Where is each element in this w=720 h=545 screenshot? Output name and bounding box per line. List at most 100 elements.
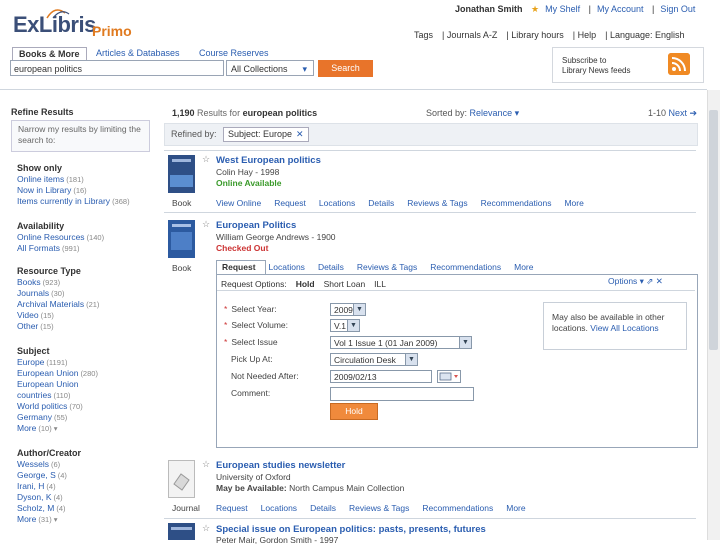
facet-item[interactable]: Archival Materials (21) [17, 299, 99, 309]
facet-item[interactable]: countries (110) [17, 390, 70, 400]
book-cover-thumbnail[interactable] [168, 220, 195, 258]
facet-count: (55) [53, 413, 68, 422]
hold-button[interactable]: Hold [330, 403, 378, 420]
tab-locations[interactable]: Locations [261, 503, 297, 513]
facet-item[interactable]: Dyson, K (4) [17, 492, 63, 502]
sort-control[interactable]: Sorted by: Relevance ▾ [426, 108, 519, 119]
journal-thumbnail[interactable] [168, 460, 195, 498]
facet-item[interactable]: World politics (70) [17, 401, 83, 411]
tab-books-and-more[interactable]: Books & More [12, 47, 87, 61]
divider [164, 212, 696, 213]
book-cover-thumbnail[interactable] [168, 523, 195, 540]
search-button[interactable]: Search [318, 60, 373, 77]
facet-item[interactable]: Online items (181) [17, 174, 84, 184]
availability-location: North Campus Main Collection [289, 483, 405, 493]
field-label: Not Needed After: [224, 371, 299, 381]
select-volume[interactable]: V.1 ▼ [330, 319, 360, 332]
view-all-locations-link[interactable]: View All Locations [590, 323, 658, 333]
tab-recommendations[interactable]: Recommendations [481, 198, 552, 208]
sign-out-link[interactable]: Sign Out [660, 4, 695, 14]
tab-course-reserves[interactable]: Course Reserves [193, 47, 275, 60]
facet-item[interactable]: Wessels (6) [17, 459, 60, 469]
panel-controls[interactable]: Options ▾ ⇗ ✕ [608, 276, 663, 287]
collection-select[interactable]: All Collections ▾ [226, 60, 314, 76]
select-value: Circulation Desk [334, 355, 396, 365]
my-account-link[interactable]: My Account [597, 4, 644, 14]
rss-feed-icon[interactable] [668, 53, 690, 75]
tab-details[interactable]: Details [368, 198, 394, 208]
primo-logo-text: Primo [92, 23, 132, 39]
facet-label: Video [17, 310, 39, 320]
facet-label: Now in Library [17, 185, 72, 195]
facet-item[interactable]: Other (15) [17, 321, 54, 331]
tab-request[interactable]: Request [274, 198, 306, 208]
facet-item[interactable]: Online Resources (140) [17, 232, 104, 242]
facet-item[interactable]: Europe (1191) [17, 357, 68, 367]
facet-item[interactable]: Scholz, M (4) [17, 503, 66, 513]
add-to-shelf-star-icon[interactable]: ☆ [202, 154, 210, 165]
language-link[interactable]: Language: English [610, 30, 685, 40]
facet-item[interactable]: All Formats (991) [17, 243, 80, 253]
select-value: 2009 [334, 305, 353, 315]
tab-locations[interactable]: Locations [269, 262, 305, 272]
tab-articles-databases[interactable]: Articles & Databases [90, 47, 186, 60]
facet-item[interactable]: Books (923) [17, 277, 60, 287]
select-issue[interactable]: Vol 1 Issue 1 (01 Jan 2009) ▼ [330, 336, 472, 349]
select-year[interactable]: 2009 ▼ [330, 303, 366, 316]
chevron-down-icon: ▼ [347, 320, 359, 331]
my-shelf-link[interactable]: My Shelf [545, 4, 580, 14]
facet-item[interactable]: European Union [17, 379, 80, 389]
tab-short-loan[interactable]: Short Loan [324, 279, 366, 289]
record-title[interactable]: European studies newsletter [216, 460, 345, 471]
tab-view-online[interactable]: View Online [216, 198, 261, 208]
book-cover-thumbnail[interactable] [168, 155, 195, 193]
calendar-icon[interactable] [437, 370, 461, 383]
facet-more-author[interactable]: More (31) ▾ [17, 514, 58, 524]
facet-item[interactable]: Now in Library (16) [17, 185, 87, 195]
facet-item[interactable]: George, S (4) [17, 470, 67, 480]
divider [164, 150, 696, 151]
add-to-shelf-star-icon[interactable]: ☆ [202, 523, 210, 534]
facet-item[interactable]: Video (15) [17, 310, 54, 320]
sort-value[interactable]: Relevance ▾ [470, 108, 520, 118]
remove-chip-icon[interactable]: ✕ [296, 129, 304, 139]
facet-item[interactable]: Irani, H (4) [17, 481, 56, 491]
tab-locations[interactable]: Locations [319, 198, 355, 208]
facet-item[interactable]: Items currently in Library (368) [17, 196, 130, 206]
tab-reviews-tags[interactable]: Reviews & Tags [357, 262, 417, 272]
tab-details[interactable]: Details [310, 503, 336, 513]
tab-details[interactable]: Details [318, 262, 344, 272]
tab-ill[interactable]: ILL [374, 279, 386, 289]
next-page-link[interactable]: Next ➔ [669, 108, 698, 118]
tab-more[interactable]: More [514, 262, 533, 272]
select-pickup-location[interactable]: Circulation Desk ▼ [330, 353, 418, 366]
comment-input[interactable] [330, 387, 474, 401]
tab-request-active[interactable]: Request [222, 262, 256, 272]
date-input[interactable]: 2009/02/13 [330, 370, 432, 383]
tab-reviews-tags[interactable]: Reviews & Tags [407, 198, 467, 208]
facet-count: (4) [57, 471, 67, 480]
add-to-shelf-star-icon[interactable]: ☆ [202, 219, 210, 230]
tab-reviews-tags[interactable]: Reviews & Tags [349, 503, 409, 513]
record-title[interactable]: West European politics [216, 155, 321, 166]
library-hours-link[interactable]: Library hours [511, 30, 564, 40]
record-title[interactable]: European Politics [216, 220, 296, 231]
top-links: Tags | Journals A-Z | Library hours | Help |… [414, 30, 685, 40]
tab-recommendations[interactable]: Recommendations [430, 262, 501, 272]
record-title[interactable]: Special issue on European politics: past… [216, 524, 486, 535]
tab-more[interactable]: More [506, 503, 525, 513]
help-link[interactable]: Help [578, 30, 597, 40]
facet-item[interactable]: Germany (55) [17, 412, 67, 422]
scrollbar-thumb[interactable] [709, 110, 718, 350]
tab-request[interactable]: Request [216, 503, 248, 513]
facet-item[interactable]: European Union (280) [17, 368, 98, 378]
tab-more[interactable]: More [564, 198, 583, 208]
tags-link[interactable]: Tags [414, 30, 433, 40]
tab-hold[interactable]: Hold [296, 279, 315, 289]
tab-recommendations[interactable]: Recommendations [422, 503, 493, 513]
facet-item[interactable]: Journals (30) [17, 288, 64, 298]
facet-more-subject[interactable]: More (10) ▾ [17, 423, 58, 433]
add-to-shelf-star-icon[interactable]: ☆ [202, 459, 210, 470]
journals-az-link[interactable]: Journals A-Z [447, 30, 498, 40]
search-input[interactable]: european politics [10, 60, 224, 76]
